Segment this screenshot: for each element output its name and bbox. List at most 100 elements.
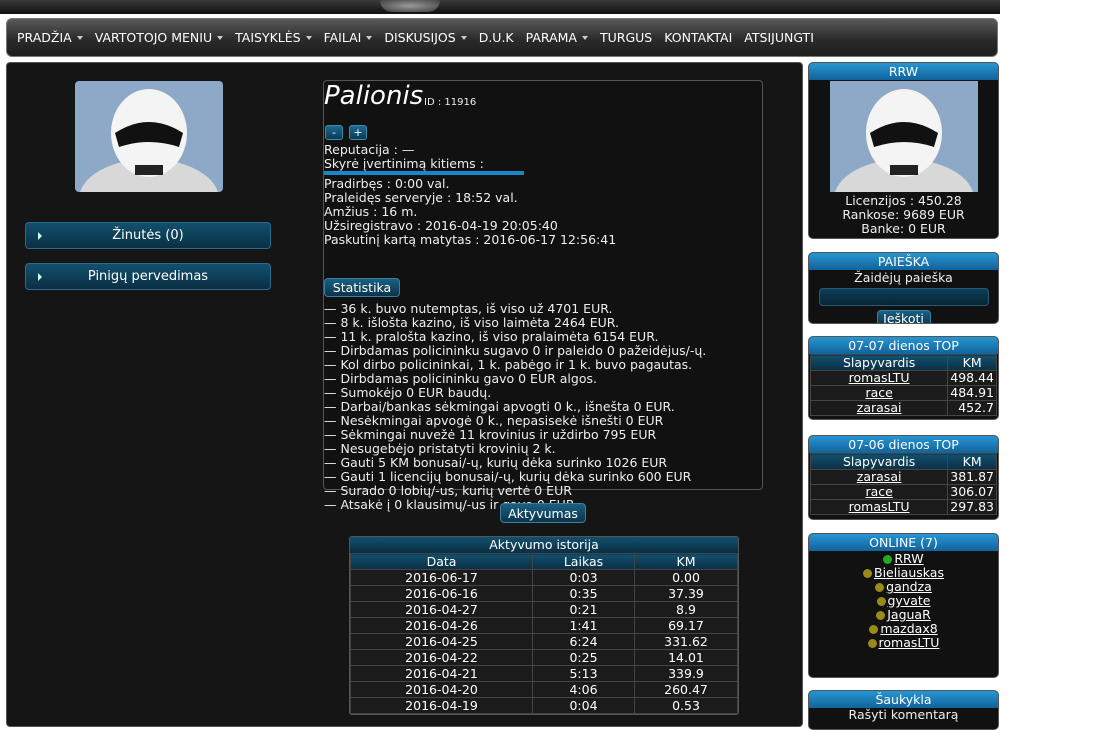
rep-plus-button[interactable]: + [349, 125, 367, 140]
player-link[interactable]: zarasai [809, 400, 949, 416]
write-comment-link[interactable]: Rašyti komentarą [809, 708, 998, 722]
table-cell: 37.39 [634, 585, 738, 602]
statistics-line: — Dirbdamas policininku sugavo 0 ir pale… [324, 343, 707, 358]
table-cell: 8.9 [634, 601, 738, 618]
online-list: RRW Bieliauskas gandza gyvate JaguaR mazdax8 r… [809, 552, 998, 650]
arrow-right-icon [38, 232, 42, 240]
table-row: zarasai 452.7 [809, 400, 997, 416]
nav-item-vartotojo-meniu[interactable]: VARTOTOJO MENIU [89, 30, 229, 45]
table-row: race 484.91 [809, 385, 997, 401]
nav-item-turgus[interactable]: TURGUS [594, 30, 658, 45]
status-dot-icon [883, 554, 893, 564]
search-panel-title: PAIEŠKA [809, 253, 998, 270]
table-cell: 0:21 [532, 601, 635, 618]
messages-button[interactable]: Žinutės (0) [25, 222, 271, 249]
activity-history-title: Aktyvumo istorija [350, 537, 738, 553]
player-link[interactable]: zarasai [809, 469, 949, 485]
statistics-line: — 8 k. išlošta kazino, iš viso laimėta 2… [324, 315, 619, 330]
nav-item-d-u-k[interactable]: D.U.K [473, 30, 520, 45]
online-user[interactable]: gyvate [809, 594, 998, 608]
banner-car-image [380, 0, 440, 12]
statistics-line: — Nesugebėjo pristatyti krovinių 2 k. [324, 441, 556, 456]
shoutbox-title: Šaukykla [809, 691, 998, 708]
statistics-line: — 36 k. buvo nutemptas, iš viso už 4701 … [324, 301, 613, 316]
online-user[interactable]: mazdax8 [809, 622, 998, 636]
caret-down-icon [217, 35, 224, 40]
profile-id: ID : 11916 [424, 97, 477, 108]
online-user[interactable]: RRW [809, 552, 998, 566]
statistics-line: — Nesėkmingai apvogė 0 k., nepasisekė iš… [324, 413, 664, 428]
table-cell: 2016-04-21 [350, 665, 533, 682]
statistics-button[interactable]: Statistika [324, 278, 400, 297]
player-search-input[interactable] [818, 288, 989, 306]
table-cell: 339.9 [634, 665, 738, 682]
online-user[interactable]: romasLTU [809, 636, 998, 650]
table-cell: 4:06 [532, 681, 635, 698]
search-label: Žaidėjų paieška [854, 270, 953, 285]
caret-down-icon [76, 35, 83, 40]
table-row: romasLTU 297.83 [809, 499, 997, 515]
status-dot-icon [876, 610, 886, 620]
main-nav: PRADŽIA VARTOTOJO MENIU TAISYKLĖS FAILAI DIS… [6, 18, 998, 57]
activity-history: Aktyvumo istorija Data Laikas KM 2016-06-1… [349, 536, 739, 715]
player-link[interactable]: romasLTU [809, 499, 949, 515]
nav-item-failai[interactable]: FAILAI [318, 30, 379, 45]
column-header: KM [947, 453, 997, 470]
player-link[interactable]: race [809, 385, 949, 401]
statistics-line: — Gauti 5 KM bonusai/-ų, kurių dėka suri… [324, 455, 668, 470]
table-row: 2016-04-25 6:24 331.62 [350, 633, 738, 650]
status-dot-icon [863, 568, 872, 578]
hand-money-text: Rankose: 9689 EUR [842, 207, 965, 222]
activity-button[interactable]: Aktyvumas [500, 503, 586, 523]
column-header: KM [634, 553, 738, 570]
caret-down-icon [581, 35, 588, 40]
nav-item-kontaktai[interactable]: KONTAKTAI [658, 30, 738, 45]
table-row: 2016-04-19 0:04 0.53 [350, 697, 738, 714]
profile-card: Palionis ID : 11916 - + Reputacija : — S… [323, 80, 763, 512]
table-cell: 260.47 [634, 681, 738, 698]
table-cell: 69.17 [634, 617, 738, 634]
table-cell: 0.00 [634, 569, 738, 586]
player-link[interactable]: romasLTU [809, 370, 949, 386]
table-cell: 2016-04-22 [350, 649, 533, 666]
caret-down-icon [366, 35, 373, 40]
player-link[interactable]: race [809, 484, 949, 500]
statistics-line: — Sėkmingai nuvežė 11 krovinius ir uždir… [324, 427, 657, 442]
km-value: 498.44 [947, 370, 997, 386]
main-content: Žinutės (0) Pinigų pervedimas Palionis I… [6, 62, 803, 727]
rating-bar [324, 171, 524, 175]
table-cell: 0:25 [532, 649, 635, 666]
money-transfer-button[interactable]: Pinigų pervedimas [25, 263, 271, 290]
rep-minus-button[interactable]: - [325, 125, 343, 140]
shoutbox-panel: Šaukykla Rašyti komentarą [808, 690, 999, 730]
registered-text: Užsiregistravo : 2016-04-19 20:05:40 [324, 218, 558, 233]
nav-item-atsijungti[interactable]: ATSIJUNGTI [738, 30, 820, 45]
user-avatar [829, 81, 979, 192]
statistics-line: — 11 k. pralošta kazino, iš viso pralaim… [324, 329, 659, 344]
table-cell: 2016-04-19 [350, 697, 533, 714]
statistics-line: — Surado 0 lobių/-us, kurių vertė 0 EUR [324, 483, 572, 498]
spent-text: Praleidęs serveryje : 18:52 val. [324, 190, 518, 205]
user-panel-title: RRW [809, 63, 998, 80]
table-cell: 0:35 [532, 585, 635, 602]
table-row: 2016-04-27 0:21 8.9 [350, 601, 738, 618]
nav-item-diskusijos[interactable]: DISKUSIJOS [378, 30, 472, 45]
online-user[interactable]: Bieliauskas [809, 566, 998, 580]
top-table-2: Slapyvardis KM zarasai 381.87 race 306.07 roma… [809, 453, 997, 515]
nav-item-parama[interactable]: PARAMA [520, 30, 594, 45]
status-dot-icon [876, 596, 886, 606]
statistics-line: — Sumokėjo 0 EUR baudų. [324, 385, 492, 400]
online-user[interactable]: JaguaR [809, 608, 998, 622]
nav-item-taisyklės[interactable]: TAISYKLĖS [229, 30, 317, 45]
table-cell: 14.01 [634, 649, 738, 666]
table-row: romasLTU 498.44 [809, 370, 997, 386]
user-panel: RRW Licenzijos : 450.28 Rankose: 9689 EU… [808, 62, 999, 239]
age-text: Amžius : 16 m. [324, 204, 418, 219]
nav-item-pradžia[interactable]: PRADŽIA [11, 30, 89, 45]
licenses-text: Licenzijos : 450.28 [845, 193, 962, 208]
top-panel-1: 07-07 dienos TOP Slapyvardis KM romasLTU 49… [808, 336, 999, 420]
statistics-line: — Dirbdamas policininku gavo 0 EUR algos… [324, 371, 597, 386]
arrow-right-icon [38, 273, 42, 281]
online-user[interactable]: gandza [809, 580, 998, 594]
search-button[interactable]: Ieškoti [876, 310, 931, 323]
